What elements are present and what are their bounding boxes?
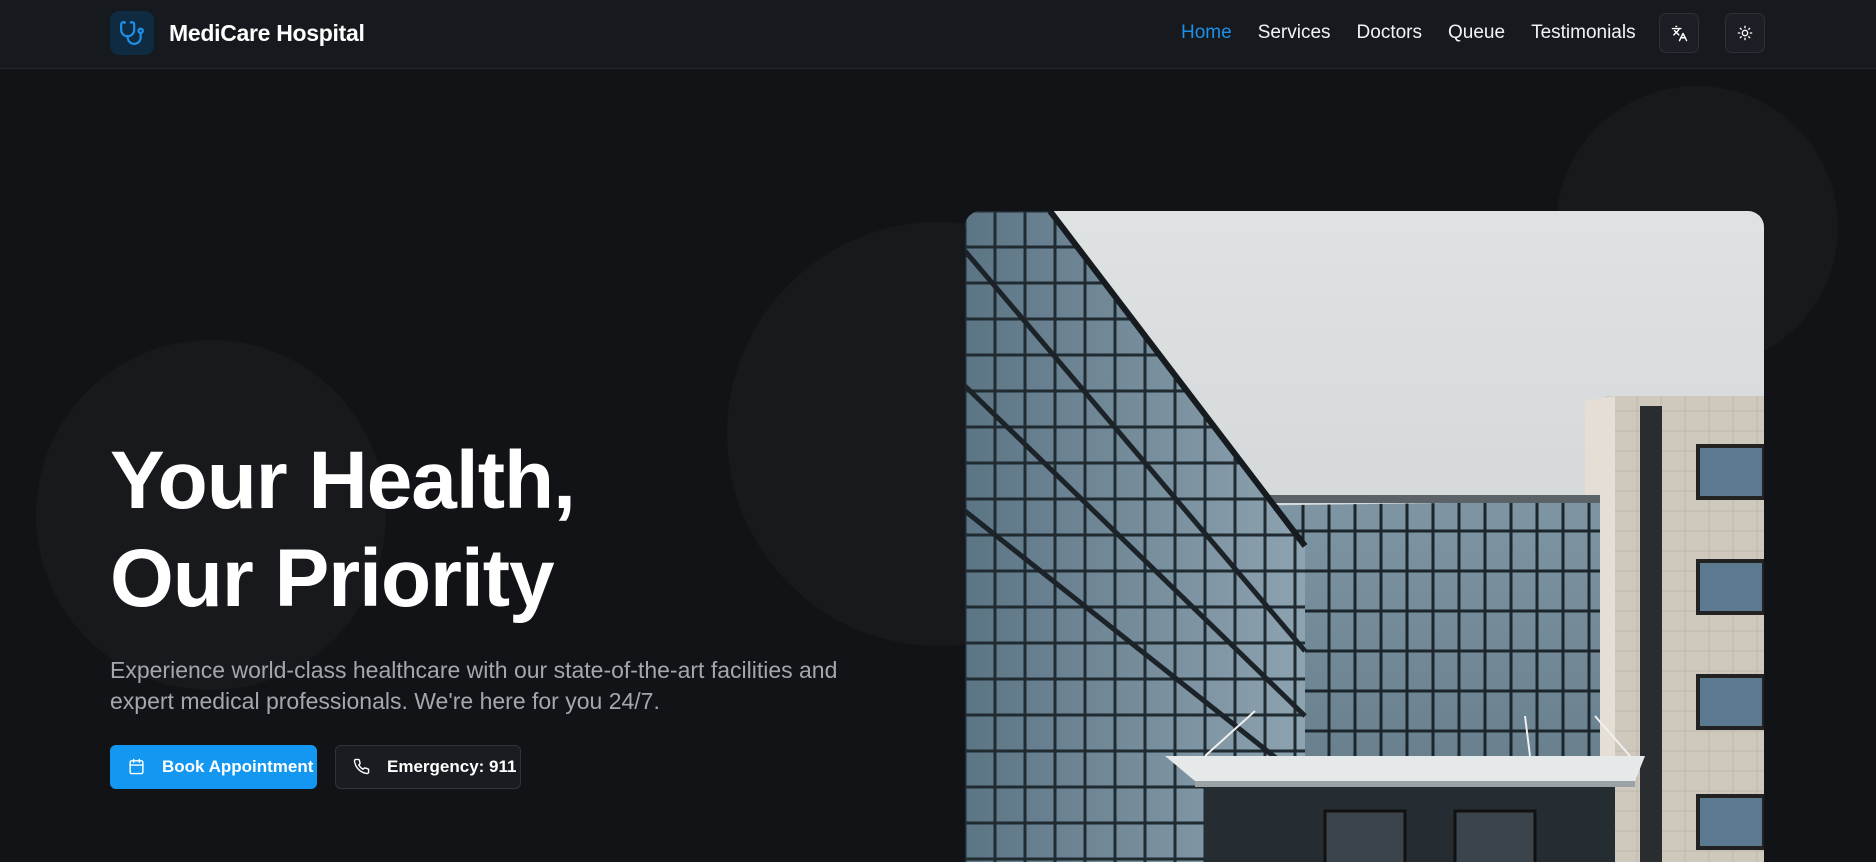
hero-title-line-2: Our Priority: [110, 533, 555, 624]
nav-link-testimonials[interactable]: Testimonials: [1531, 22, 1636, 44]
stethoscope-icon: [110, 11, 154, 55]
emergency-call-button[interactable]: Emergency: 911: [335, 745, 521, 789]
book-appointment-label: Book Appointment: [162, 757, 314, 776]
nav-link-queue[interactable]: Queue: [1448, 22, 1505, 44]
emergency-label: Emergency: 911: [387, 757, 517, 776]
hero-title: Your Health, Our Priority: [110, 432, 576, 628]
nav-link-doctors[interactable]: Doctors: [1357, 22, 1422, 44]
phone-icon: [353, 758, 371, 776]
language-button[interactable]: [1659, 13, 1699, 53]
brand-name: MediCare Hospital: [169, 19, 365, 46]
calendar-icon: [128, 758, 146, 776]
hospital-building-photo: [965, 211, 1764, 862]
translate-icon: [1671, 25, 1688, 42]
nav-link-home[interactable]: Home: [1181, 22, 1232, 44]
main-nav: Home Services Doctors Queue Testimonials: [1181, 20, 1636, 46]
page: MediCare Hospital Home Services Doctors …: [0, 0, 1876, 862]
sun-icon: [1737, 25, 1753, 41]
hero-title-line-1: Your Health,: [110, 435, 576, 526]
navbar: MediCare Hospital Home Services Doctors …: [0, 0, 1876, 69]
nav-link-services[interactable]: Services: [1258, 22, 1331, 44]
theme-toggle-button[interactable]: [1725, 13, 1765, 53]
book-appointment-button[interactable]: Book Appointment: [110, 745, 317, 789]
brand[interactable]: MediCare Hospital: [110, 11, 365, 55]
hero-description: Experience world-class healthcare with o…: [110, 657, 838, 714]
